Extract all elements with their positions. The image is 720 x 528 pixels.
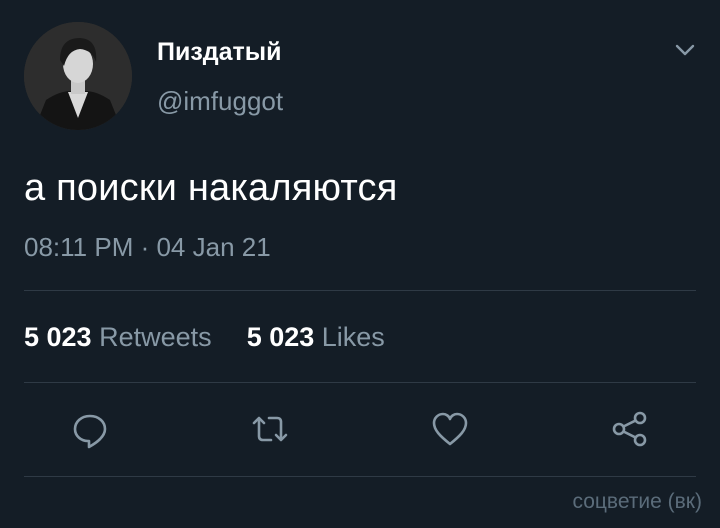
retweets-label: Retweets: [99, 322, 212, 352]
tweet-text: а поиски накаляются: [24, 167, 398, 209]
likes-count: 5 023: [246, 322, 315, 352]
chevron-down-icon[interactable]: [674, 42, 696, 58]
likes-label: Likes: [321, 322, 385, 352]
divider: [24, 382, 696, 383]
retweets-stat[interactable]: 5 023 Retweets: [24, 322, 219, 352]
avatar-image: [24, 22, 132, 130]
divider: [24, 476, 696, 477]
retweets-count: 5 023: [24, 322, 92, 352]
avatar[interactable]: [24, 22, 132, 130]
display-name[interactable]: Пиздатый: [157, 38, 282, 67]
watermark: соцветие (вк): [572, 490, 702, 513]
share-icon[interactable]: [610, 409, 650, 449]
retweet-icon[interactable]: [250, 409, 290, 449]
tweet-stats: 5 023 Retweets 5 023 Likes: [24, 322, 385, 353]
reply-icon[interactable]: [70, 409, 110, 449]
like-icon[interactable]: [430, 409, 470, 449]
likes-stat[interactable]: 5 023 Likes: [247, 322, 385, 352]
tweet-timestamp[interactable]: 08:11 PM · 04 Jan 21: [24, 232, 271, 263]
user-handle[interactable]: @imfuggot: [157, 86, 283, 117]
divider: [24, 290, 696, 291]
